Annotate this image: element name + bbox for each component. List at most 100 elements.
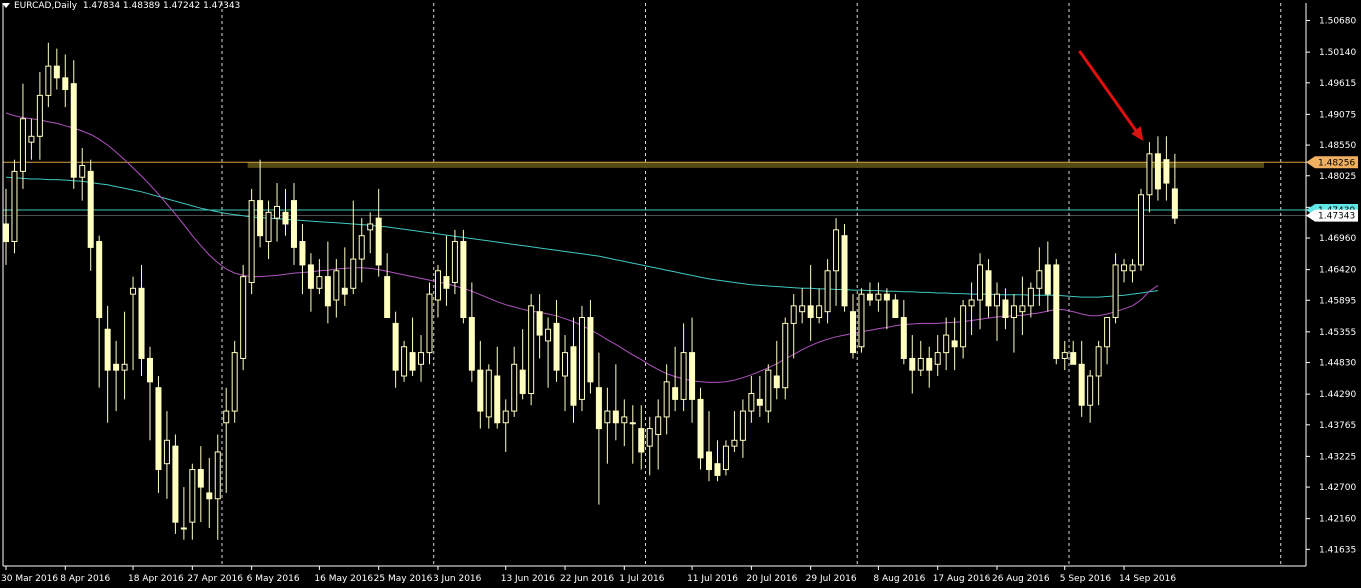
candle-body-bear — [672, 387, 679, 400]
candle-body-bull — [748, 393, 755, 412]
candle-body-bull — [977, 264, 984, 301]
candle-body-bear — [1053, 264, 1060, 359]
candle-body-bull — [248, 200, 255, 283]
candle-body-bear — [773, 375, 780, 389]
candle-body-bear — [1171, 188, 1178, 219]
candle — [1010, 294, 1017, 353]
x-tick-label: 8 Aug 2016 — [873, 574, 925, 584]
x-tick-label: 8 Apr 2016 — [60, 574, 110, 584]
y-tick-label: 1.43225 — [1319, 452, 1356, 462]
candle — [324, 241, 331, 324]
y-tick-label: 1.44830 — [1319, 359, 1356, 369]
candle-body-bull — [19, 118, 26, 172]
slow-moving-average-line — [5, 176, 1158, 298]
candle — [807, 264, 814, 341]
candle — [934, 335, 941, 376]
candle-body-bear — [113, 363, 120, 371]
candle-body-bear — [1154, 153, 1161, 190]
candle — [511, 346, 518, 417]
candle — [528, 294, 535, 406]
candle — [638, 405, 645, 470]
candle — [833, 218, 840, 306]
candle — [621, 399, 628, 447]
price-chart[interactable]: 1.50680 1.50140 1.49615 1.49075 1.48550 1.480… — [0, 0, 1361, 588]
candle — [1044, 241, 1051, 312]
candle — [1070, 340, 1077, 365]
candle-body-bear — [375, 217, 382, 266]
candle-body-bull — [240, 276, 247, 359]
candle — [841, 223, 848, 312]
candle-body-bear — [587, 317, 594, 383]
candle — [892, 294, 899, 319]
candle-body-bear — [3, 223, 9, 243]
current-price-tag-text: 1.47343 — [1318, 212, 1355, 222]
candle — [36, 71, 43, 160]
x-tick-label: 11 Jul 2016 — [687, 574, 738, 584]
candle-body-bull — [943, 334, 950, 354]
candle-body-bear — [460, 241, 467, 319]
time-axis[interactable]: 30 Mar 2016 8 Apr 2016 18 Apr 2016 27 Apr 2… — [1, 3, 1306, 584]
y-tick-label: 1.48550 — [1319, 141, 1356, 151]
candle-body-bull — [604, 410, 611, 424]
candle — [418, 335, 425, 382]
candle — [875, 282, 882, 312]
candle — [680, 323, 687, 412]
y-tick-label: 1.42160 — [1319, 515, 1356, 525]
candle-body-bull — [45, 65, 52, 96]
candle-body-bull — [1146, 153, 1153, 196]
candle-body-bear — [341, 287, 348, 295]
dropdown-triangle-icon[interactable] — [2, 3, 10, 8]
y-tick-label: 1.46420 — [1319, 266, 1356, 276]
candle-body-bull — [214, 451, 221, 500]
candle-body-bear — [443, 276, 450, 289]
candle — [748, 375, 755, 423]
candle-body-bear — [1163, 159, 1170, 184]
candle — [206, 457, 213, 528]
candle-body-bull — [1112, 264, 1119, 319]
candle — [121, 311, 128, 400]
candle-body-bear — [384, 276, 391, 319]
candle-body-bear — [172, 445, 179, 523]
candle — [909, 335, 916, 394]
candle-body-bull — [121, 363, 128, 371]
candle-body-bull — [1036, 270, 1043, 289]
candle — [519, 329, 526, 400]
candle-body-bull — [655, 416, 662, 435]
candle-body-bear — [146, 357, 153, 383]
candle — [138, 264, 145, 376]
candle — [1104, 317, 1111, 365]
candle-body-bear — [892, 299, 899, 319]
candle — [155, 375, 162, 493]
candle-body-bull — [993, 293, 1000, 307]
candle — [146, 346, 153, 441]
candle-body-bull — [680, 352, 687, 400]
candle-body-bear — [866, 293, 873, 301]
candle-body-bull — [629, 422, 636, 425]
candle — [943, 317, 950, 371]
candle-body-bear — [519, 369, 526, 395]
candle — [866, 282, 873, 306]
candle — [578, 305, 585, 412]
candle — [477, 340, 484, 429]
candle — [316, 259, 323, 295]
candle — [375, 188, 382, 277]
y-tick-label: 1.50140 — [1319, 48, 1356, 58]
candle — [384, 253, 391, 319]
price-axis[interactable]: 1.50680 1.50140 1.49615 1.49075 1.48550 1.480… — [1305, 3, 1356, 566]
candle-body-bear — [282, 211, 289, 225]
candle — [765, 364, 772, 423]
candle — [612, 364, 619, 441]
candle-body-bull — [79, 165, 86, 178]
candle — [1087, 370, 1094, 423]
candle — [274, 183, 281, 242]
candle-body-bull — [663, 381, 670, 418]
candle — [900, 299, 907, 365]
candle — [451, 229, 458, 295]
candle-body-bull — [739, 410, 746, 441]
candle — [960, 299, 967, 359]
candle-body-bull — [316, 276, 323, 289]
candle — [3, 188, 9, 265]
candle — [850, 294, 856, 359]
x-tick-label: 20 Jul 2016 — [746, 574, 797, 584]
candle — [1095, 340, 1102, 406]
